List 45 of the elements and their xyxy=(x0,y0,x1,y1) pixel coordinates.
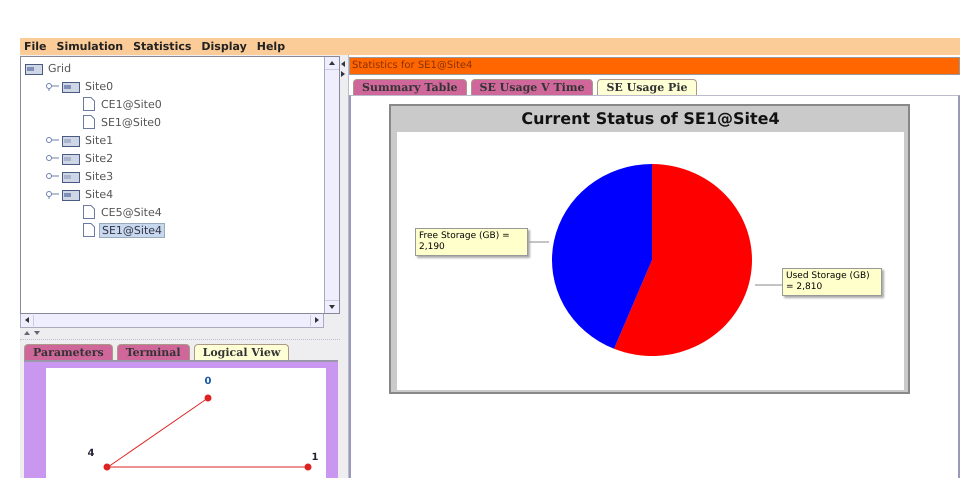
tree-item[interactable]: CE1@Site0 xyxy=(99,98,164,110)
menu-item[interactable]: Help xyxy=(256,40,286,53)
tree-item[interactable]: SE1@Site4 xyxy=(99,222,166,238)
tab[interactable]: Logical View xyxy=(194,344,290,360)
menu-item[interactable]: File xyxy=(24,40,47,53)
vertical-scrollbar[interactable] xyxy=(324,57,339,314)
tree-toggle-icon[interactable] xyxy=(45,171,59,181)
tree-toggle-icon[interactable] xyxy=(45,189,59,199)
tab[interactable]: Summary Table xyxy=(353,79,466,95)
folder-icon xyxy=(62,134,80,146)
tree-item[interactable]: Site4 xyxy=(83,188,116,200)
data-label: Free Storage (GB) = 2,190 xyxy=(415,228,528,256)
folder-icon xyxy=(62,170,80,182)
tab[interactable]: SE Usage Pie xyxy=(597,79,697,95)
tree-toggle-icon[interactable] xyxy=(45,81,59,91)
tree-item[interactable]: Site0 xyxy=(83,80,116,92)
tree-item[interactable]: Site1 xyxy=(83,134,116,146)
network-drawing: 0 4 1 xyxy=(46,368,326,478)
tree-item[interactable]: CE5@Site4 xyxy=(99,206,164,218)
tab[interactable]: SE Usage V Time xyxy=(470,79,594,95)
tree-item[interactable]: Site2 xyxy=(83,152,116,164)
panel-title: Statistics for SE1@Site4 xyxy=(349,57,960,75)
menu-item[interactable]: Statistics xyxy=(133,40,192,53)
tree-toggle-icon[interactable] xyxy=(45,153,59,163)
chart-title: Current Status of SE1@Site4 xyxy=(520,108,781,130)
split-arrows-icon[interactable] xyxy=(22,330,42,336)
leader-line xyxy=(754,284,782,286)
tree-item[interactable]: Grid xyxy=(46,62,74,74)
file-icon xyxy=(82,204,96,220)
split-arrows-icon[interactable] xyxy=(340,59,346,79)
file-icon xyxy=(82,222,96,238)
folder-icon xyxy=(62,80,80,92)
folder-icon xyxy=(62,188,80,200)
menu-item[interactable]: Display xyxy=(201,40,247,53)
menu-item[interactable]: Simulation xyxy=(56,40,124,53)
folder-icon xyxy=(62,152,80,164)
tree-toggle-icon[interactable] xyxy=(45,135,59,145)
tree-item[interactable]: SE1@Site0 xyxy=(99,116,164,128)
file-icon xyxy=(82,114,96,130)
data-label: Used Storage (GB) = 2,810 xyxy=(782,268,882,296)
file-icon xyxy=(82,96,96,112)
horizontal-scrollbar[interactable] xyxy=(20,314,324,328)
tree-item[interactable]: Site3 xyxy=(83,170,116,182)
tab[interactable]: Parameters xyxy=(24,344,113,360)
tab[interactable]: Terminal xyxy=(116,344,190,360)
